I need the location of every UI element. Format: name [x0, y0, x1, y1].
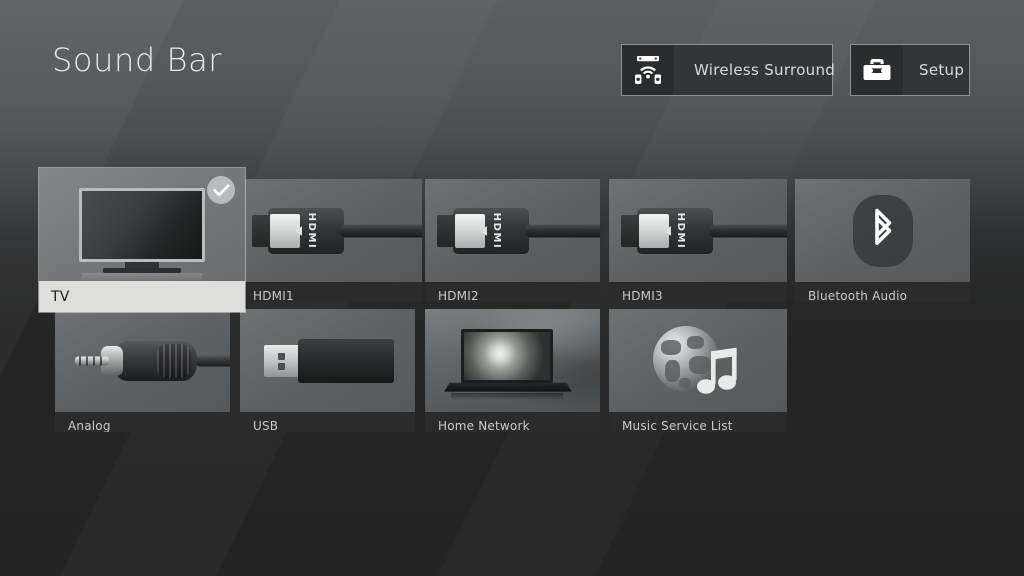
source-tile-label: Bluetooth Audio: [795, 282, 970, 302]
source-tile-hdmi1[interactable]: HDMI HDMI1: [240, 179, 422, 302]
source-tile-tv[interactable]: TV: [38, 167, 246, 313]
source-tile-hdmi2[interactable]: HDMI HDMI2: [425, 179, 600, 302]
source-tile-label: HDMI3: [609, 282, 787, 302]
globe-music-icon: [609, 309, 787, 412]
hdmi-cable-icon: HDMI: [425, 179, 600, 282]
page-title: Sound Bar: [52, 41, 223, 79]
sound-bar-home-screen: Sound Bar Wireless Surround Setup TV HDM…: [0, 0, 1024, 576]
source-tile-usb[interactable]: USB: [240, 309, 415, 432]
source-tile-label: Music Service List: [609, 412, 787, 432]
wireless-surround-label: Wireless Surround: [694, 61, 836, 79]
source-tile-label: HDMI2: [425, 282, 600, 302]
source-tile-hdmi3[interactable]: HDMI HDMI3: [609, 179, 787, 302]
bluetooth-icon: [795, 179, 970, 282]
source-tile-home-network[interactable]: Home Network: [425, 309, 600, 432]
hdmi-connector-text: HDMI: [306, 212, 318, 249]
setup-label: Setup: [919, 61, 965, 79]
television-icon: [39, 168, 245, 281]
source-tile-music-service-list[interactable]: Music Service List: [609, 309, 787, 432]
analog-jack-icon: [55, 309, 230, 412]
hdmi-cable-icon: HDMI: [609, 179, 787, 282]
wireless-surround-icon: [622, 45, 674, 95]
source-tile-label: USB: [240, 412, 415, 432]
check-icon: [207, 176, 235, 204]
hdmi-connector-text: HDMI: [675, 212, 687, 249]
hdmi-connector-text: HDMI: [491, 212, 503, 249]
laptop-icon: [425, 309, 600, 412]
wireless-surround-button[interactable]: Wireless Surround: [621, 44, 835, 96]
usb-drive-icon: [240, 309, 415, 412]
hdmi-cable-icon: HDMI: [240, 179, 422, 282]
source-tile-label: TV: [39, 281, 245, 312]
source-tile-label: HDMI1: [240, 282, 422, 302]
toolbox-icon: [851, 45, 903, 95]
setup-button[interactable]: Setup: [850, 44, 970, 96]
source-tile-bluetooth-audio[interactable]: Bluetooth Audio: [795, 179, 970, 302]
source-tile-label: Home Network: [425, 412, 600, 432]
source-tile-analog[interactable]: Analog: [55, 309, 230, 432]
source-tile-label: Analog: [55, 412, 230, 432]
